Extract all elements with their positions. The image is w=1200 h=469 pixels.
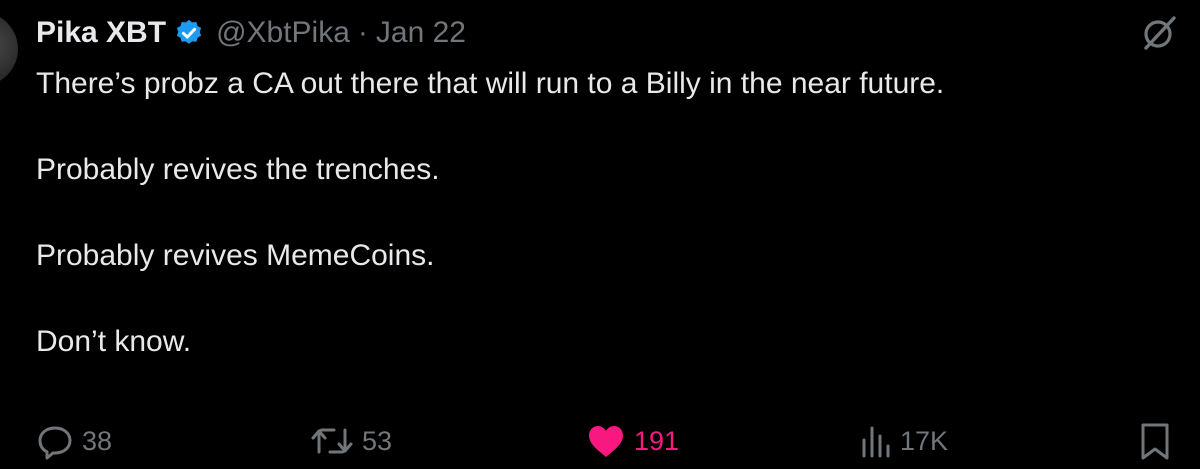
views-icon bbox=[860, 422, 892, 460]
grok-icon[interactable] bbox=[1140, 14, 1178, 52]
verified-badge-icon[interactable] bbox=[174, 18, 204, 48]
repost-count: 53 bbox=[362, 425, 393, 456]
repost-icon bbox=[310, 422, 354, 460]
separator-dot: · bbox=[357, 16, 368, 49]
repost-button[interactable]: 53 bbox=[310, 418, 392, 464]
tweet-line: Probably revives the trenches. bbox=[36, 153, 440, 186]
reply-count: 38 bbox=[82, 425, 113, 456]
tweet-text: There’s probz a CA out there that will r… bbox=[36, 64, 1176, 408]
reply-icon bbox=[36, 422, 74, 460]
tweet-date[interactable]: Jan 22 bbox=[376, 16, 466, 50]
like-button[interactable]: 191 bbox=[586, 418, 679, 464]
author-name[interactable]: Pika XBT bbox=[36, 16, 166, 50]
views-button[interactable]: 17K bbox=[860, 418, 948, 464]
avatar[interactable] bbox=[0, 12, 18, 86]
tweet-line: There’s probz a CA out there that will r… bbox=[36, 67, 945, 100]
reply-button[interactable]: 38 bbox=[36, 418, 112, 464]
tweet-line: Probably revives MemeCoins. bbox=[36, 239, 435, 272]
tweet-header: Pika XBT @XbtPika · Jan 22 bbox=[36, 10, 466, 56]
views-count: 17K bbox=[900, 425, 949, 456]
like-count: 191 bbox=[634, 425, 680, 456]
tweet-line: Don’t know. bbox=[36, 325, 192, 358]
author-handle[interactable]: @XbtPika bbox=[216, 16, 350, 50]
bookmark-icon bbox=[1138, 421, 1172, 461]
bookmark-button[interactable] bbox=[1138, 418, 1172, 464]
action-bar: 38 53 191 17K bbox=[0, 418, 1200, 464]
heart-icon bbox=[586, 422, 626, 460]
